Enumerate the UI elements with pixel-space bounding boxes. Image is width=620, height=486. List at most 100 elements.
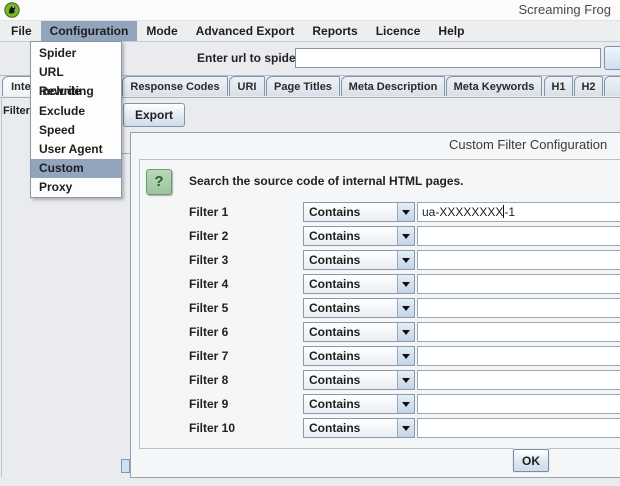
window-left-border bbox=[1, 97, 2, 477]
chevron-down-icon[interactable] bbox=[398, 227, 414, 245]
combo-selected-value: Contains bbox=[304, 371, 398, 389]
combo-selected-value: Contains bbox=[304, 203, 398, 221]
chevron-down-icon[interactable] bbox=[398, 203, 414, 221]
combo-selected-value: Contains bbox=[304, 347, 398, 365]
menu-item-exclude[interactable]: Exclude bbox=[31, 102, 121, 121]
export-button[interactable]: Export bbox=[123, 103, 185, 127]
filter-row: Filter 8 Contains bbox=[131, 370, 620, 390]
combo-selected-value: Contains bbox=[304, 323, 398, 341]
combo-selected-value: Contains bbox=[304, 275, 398, 293]
menu-item-mode[interactable]: Mode bbox=[137, 21, 186, 41]
question-mark-icon: ? bbox=[146, 169, 172, 195]
chevron-down-icon[interactable] bbox=[398, 371, 414, 389]
combo-selected-value: Contains bbox=[304, 395, 398, 413]
menu-item-spider[interactable]: Spider bbox=[31, 44, 121, 63]
start-button-partial[interactable] bbox=[604, 46, 620, 70]
filter-row: Filter 2 Contains bbox=[131, 226, 620, 246]
filter-row: Filter 7 Contains bbox=[131, 346, 620, 366]
menu-item-url-rewriting[interactable]: URL Rewriting bbox=[31, 63, 121, 82]
tab-h1[interactable]: H1 bbox=[544, 76, 573, 96]
menu-item-help[interactable]: Help bbox=[429, 21, 473, 41]
filter-value-field[interactable] bbox=[417, 346, 620, 366]
title-bar: Screaming Frog bbox=[0, 0, 620, 21]
filter-operator-combo[interactable]: Contains bbox=[303, 250, 415, 270]
filter-operator-combo[interactable]: Contains bbox=[303, 346, 415, 366]
filter-row-label: Filter 1 bbox=[189, 202, 228, 222]
filter-row-label: Filter 9 bbox=[189, 394, 228, 414]
app-window: Screaming Frog File Configuration Mode A… bbox=[0, 0, 620, 486]
filter-value-field[interactable] bbox=[417, 418, 620, 438]
filter-value-field[interactable] bbox=[417, 322, 620, 342]
menu-item-licence[interactable]: Licence bbox=[367, 21, 430, 41]
filter-operator-combo[interactable]: Contains bbox=[303, 226, 415, 246]
menu-item-user-agent[interactable]: User Agent bbox=[31, 140, 121, 159]
dialog-title: Custom Filter Configuration bbox=[449, 137, 607, 152]
filter-value-field[interactable] bbox=[417, 298, 620, 318]
filter-row-label: Filter 6 bbox=[189, 322, 228, 342]
chevron-down-icon[interactable] bbox=[398, 251, 414, 269]
dialog-description: Search the source code of internal HTML … bbox=[189, 174, 464, 188]
menu-item-proxy[interactable]: Proxy bbox=[31, 178, 121, 197]
tab-h2[interactable]: H2 bbox=[574, 76, 603, 96]
filter-row: Filter 10 Contains bbox=[131, 418, 620, 438]
tab-uri[interactable]: URI bbox=[229, 76, 265, 96]
filter-row-label: Filter 2 bbox=[189, 226, 228, 246]
filter-row: Filter 4 Contains bbox=[131, 274, 620, 294]
tab-partial[interactable] bbox=[604, 76, 620, 96]
menu-bar: File Configuration Mode Advanced Export … bbox=[0, 21, 620, 42]
filter-operator-combo[interactable]: Contains bbox=[303, 202, 415, 222]
menu-item-file[interactable]: File bbox=[2, 21, 41, 41]
filter-row: Filter 9 Contains bbox=[131, 394, 620, 414]
url-label: Enter url to spider: bbox=[197, 51, 304, 65]
filter-row: Filter 3 Contains bbox=[131, 250, 620, 270]
filter-operator-combo[interactable]: Contains bbox=[303, 298, 415, 318]
menu-item-include[interactable]: Include bbox=[31, 82, 121, 101]
filter-operator-combo[interactable]: Contains bbox=[303, 418, 415, 438]
filter-row: Filter 5 Contains bbox=[131, 298, 620, 318]
menu-item-advanced-export[interactable]: Advanced Export bbox=[187, 21, 304, 41]
filter-operator-combo[interactable]: Contains bbox=[303, 274, 415, 294]
filter-row-label: Filter 3 bbox=[189, 250, 228, 270]
tab-meta-description[interactable]: Meta Description bbox=[341, 76, 445, 96]
field-text: -1 bbox=[504, 205, 515, 219]
filter-label: Filter bbox=[3, 105, 30, 117]
tab-page-titles[interactable]: Page Titles bbox=[266, 76, 340, 96]
filter-value-field[interactable] bbox=[417, 226, 620, 246]
configuration-menu: Spider URL Rewriting Include Exclude Spe… bbox=[30, 41, 122, 198]
custom-filter-dialog: Custom Filter Configuration ? Search the… bbox=[130, 132, 620, 478]
menu-item-configuration[interactable]: Configuration bbox=[41, 21, 138, 41]
menu-item-custom[interactable]: Custom bbox=[31, 159, 121, 178]
chevron-down-icon[interactable] bbox=[398, 323, 414, 341]
filter-row-label: Filter 5 bbox=[189, 298, 228, 318]
tab-meta-keywords[interactable]: Meta Keywords bbox=[446, 76, 542, 96]
filter-value-field[interactable] bbox=[417, 274, 620, 294]
filter-row-label: Filter 8 bbox=[189, 370, 228, 390]
filter-value-field[interactable] bbox=[417, 370, 620, 390]
ok-button[interactable]: OK bbox=[513, 449, 549, 472]
background-scrollbar-fragment[interactable] bbox=[121, 459, 130, 473]
tab-response-codes[interactable]: Response Codes bbox=[122, 76, 228, 96]
filter-row-label: Filter 4 bbox=[189, 274, 228, 294]
app-title: Screaming Frog bbox=[519, 2, 611, 17]
chevron-down-icon[interactable] bbox=[398, 419, 414, 437]
chevron-down-icon[interactable] bbox=[398, 275, 414, 293]
menu-item-reports[interactable]: Reports bbox=[303, 21, 366, 41]
combo-selected-value: Contains bbox=[304, 227, 398, 245]
filter-value-field[interactable] bbox=[417, 250, 620, 270]
chevron-down-icon[interactable] bbox=[398, 347, 414, 365]
url-input[interactable] bbox=[295, 48, 601, 68]
chevron-down-icon[interactable] bbox=[398, 299, 414, 317]
filter-row-label: Filter 10 bbox=[189, 418, 235, 438]
filter-operator-combo[interactable]: Contains bbox=[303, 370, 415, 390]
filter-row: Filter 1 Contains ua-XXXXXXXX-1 bbox=[131, 202, 620, 222]
filter-value-field[interactable] bbox=[417, 394, 620, 414]
menu-item-speed[interactable]: Speed bbox=[31, 121, 121, 140]
filter-operator-combo[interactable]: Contains bbox=[303, 394, 415, 414]
frog-icon bbox=[4, 2, 20, 18]
combo-selected-value: Contains bbox=[304, 251, 398, 269]
filter-value-field[interactable]: ua-XXXXXXXX-1 bbox=[417, 202, 620, 222]
chevron-down-icon[interactable] bbox=[398, 395, 414, 413]
combo-selected-value: Contains bbox=[304, 299, 398, 317]
filter-operator-combo[interactable]: Contains bbox=[303, 322, 415, 342]
filter-row: Filter 6 Contains bbox=[131, 322, 620, 342]
